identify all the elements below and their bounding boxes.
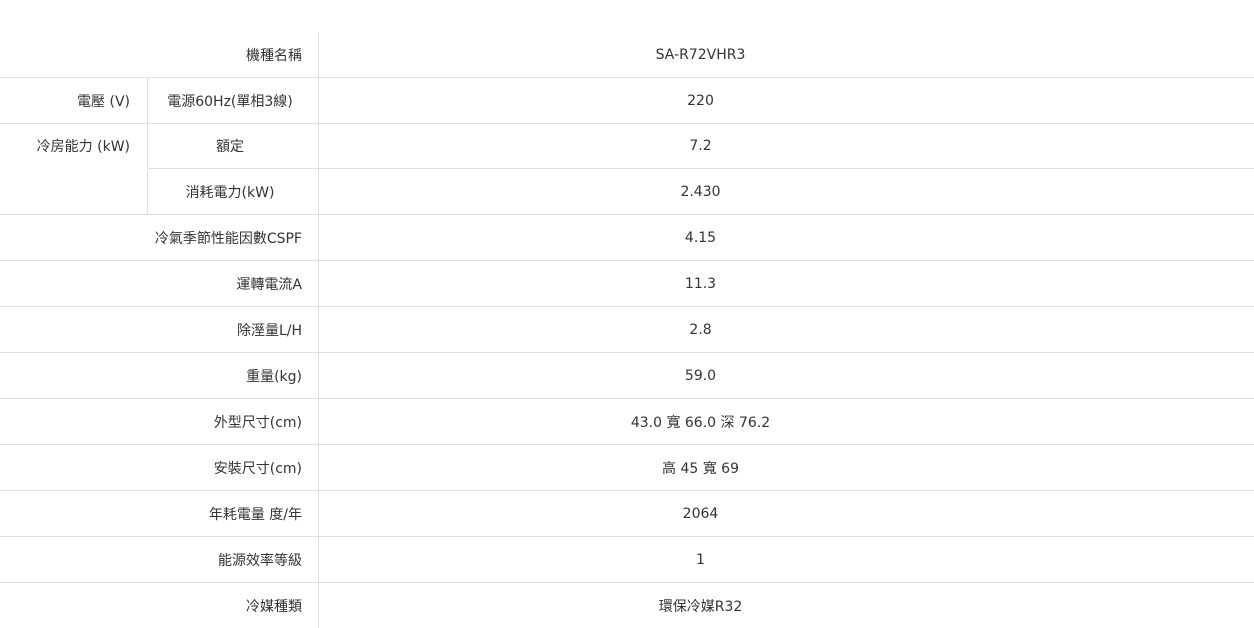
spec-value-cell-install: 高 45 寬 69 [318, 445, 1254, 490]
spec-value-install: 高 45 寬 69 [662, 460, 739, 477]
spec-value-cell-cooling-power: 2.430 [318, 169, 1254, 214]
spec-group-label-cooling: 冷房能力 (kW) [0, 124, 148, 168]
spec-label-cspf: 冷氣季節性能因數CSPF [154, 230, 302, 247]
spec-value-cell-refrigerant: 環保冷媒R32 [318, 583, 1254, 628]
spec-value-cell-voltage: 220 [318, 78, 1254, 123]
spec-row-voltage: 電壓 (V) 電源60Hz(單相3線) 220 [0, 78, 1254, 124]
spec-table: 機種名稱 SA-R72VHR3 電壓 (V) 電源60Hz(單相3線) 220 … [0, 32, 1254, 628]
spec-value-dehumid: 2.8 [689, 321, 712, 338]
spec-value-efficiency: 1 [696, 551, 705, 568]
spec-row-model: 機種名稱 SA-R72VHR3 [0, 32, 1254, 78]
spec-value-cell-cspf: 4.15 [318, 215, 1254, 260]
spec-value-annual: 2064 [682, 505, 719, 522]
spec-value-weight: 59.0 [684, 367, 717, 384]
spec-value-cell-model: SA-R72VHR3 [318, 32, 1254, 77]
spec-sub-label-cooling-rated: 額定 [216, 139, 244, 155]
spec-row-efficiency: 能源效率等級 1 [0, 537, 1254, 583]
spec-row-cspf: 冷氣季節性能因數CSPF 4.15 [0, 215, 1254, 261]
spec-row-weight: 重量(kg) 59.0 [0, 353, 1254, 399]
spec-value-cell-efficiency: 1 [318, 537, 1254, 582]
spec-value-cooling-rated: 7.2 [689, 138, 712, 154]
spec-label-dimension: 外型尺寸(cm) [213, 414, 302, 431]
spec-row-refrigerant: 冷媒種類 環保冷媒R32 [0, 583, 1254, 628]
spec-row-install: 安裝尺寸(cm) 高 45 寬 69 [0, 445, 1254, 491]
spec-value-model: SA-R72VHR3 [655, 46, 746, 63]
spec-value-cell-annual: 2064 [318, 491, 1254, 536]
spec-label-weight: 重量(kg) [246, 368, 302, 385]
spec-label-refrigerant: 冷媒種類 [246, 598, 302, 615]
spec-row-current: 運轉電流A 11.3 [0, 261, 1254, 307]
spec-label-current: 運轉電流A [236, 276, 302, 293]
spec-value-refrigerant: 環保冷媒R32 [658, 598, 743, 615]
spec-value-cell-dehumid: 2.8 [318, 307, 1254, 352]
spec-value-voltage: 220 [687, 92, 714, 109]
spec-value-cell-current: 11.3 [318, 261, 1254, 306]
spec-label-efficiency: 能源效率等級 [218, 552, 302, 569]
spec-sub-label-cooling-power: 消耗電力(kW) [185, 184, 275, 201]
spec-row-dimension: 外型尺寸(cm) 43.0 寬 66.0 深 76.2 [0, 399, 1254, 445]
spec-label-cell-cooling-power: 消耗電力(kW) [0, 169, 318, 214]
spec-row-cooling-power: 消耗電力(kW) 2.430 [0, 169, 1254, 215]
spec-row-annual: 年耗電量 度/年 2064 [0, 491, 1254, 537]
spec-group-label-voltage: 電壓 (V) [0, 78, 148, 123]
spec-value-current: 11.3 [684, 275, 717, 292]
spec-label-cell-cooling: 冷房能力 (kW) 額定 [0, 124, 318, 168]
spec-value-cspf: 4.15 [684, 229, 717, 246]
spec-row-dehumid: 除溼量L/H 2.8 [0, 307, 1254, 353]
spec-value-cell-weight: 59.0 [318, 353, 1254, 398]
spec-value-dimension: 43.0 寬 66.0 深 76.2 [630, 414, 771, 431]
spec-label-cell-voltage: 電壓 (V) 電源60Hz(單相3線) [0, 78, 318, 123]
spec-group-label-empty [0, 169, 148, 214]
spec-value-cooling-power: 2.430 [680, 183, 721, 200]
spec-row-cooling-rated: 冷房能力 (kW) 額定 7.2 [0, 124, 1254, 169]
spec-value-cell-cooling-rated: 7.2 [318, 124, 1254, 168]
spec-label-model: 機種名稱 [246, 47, 302, 64]
spec-sub-label-voltage: 電源60Hz(單相3線) [167, 93, 293, 110]
spec-label-dehumid: 除溼量L/H [236, 322, 302, 339]
spec-label-install: 安裝尺寸(cm) [213, 460, 302, 477]
spec-label-annual: 年耗電量 度/年 [208, 506, 302, 523]
spec-value-cell-dimension: 43.0 寬 66.0 深 76.2 [318, 399, 1254, 444]
